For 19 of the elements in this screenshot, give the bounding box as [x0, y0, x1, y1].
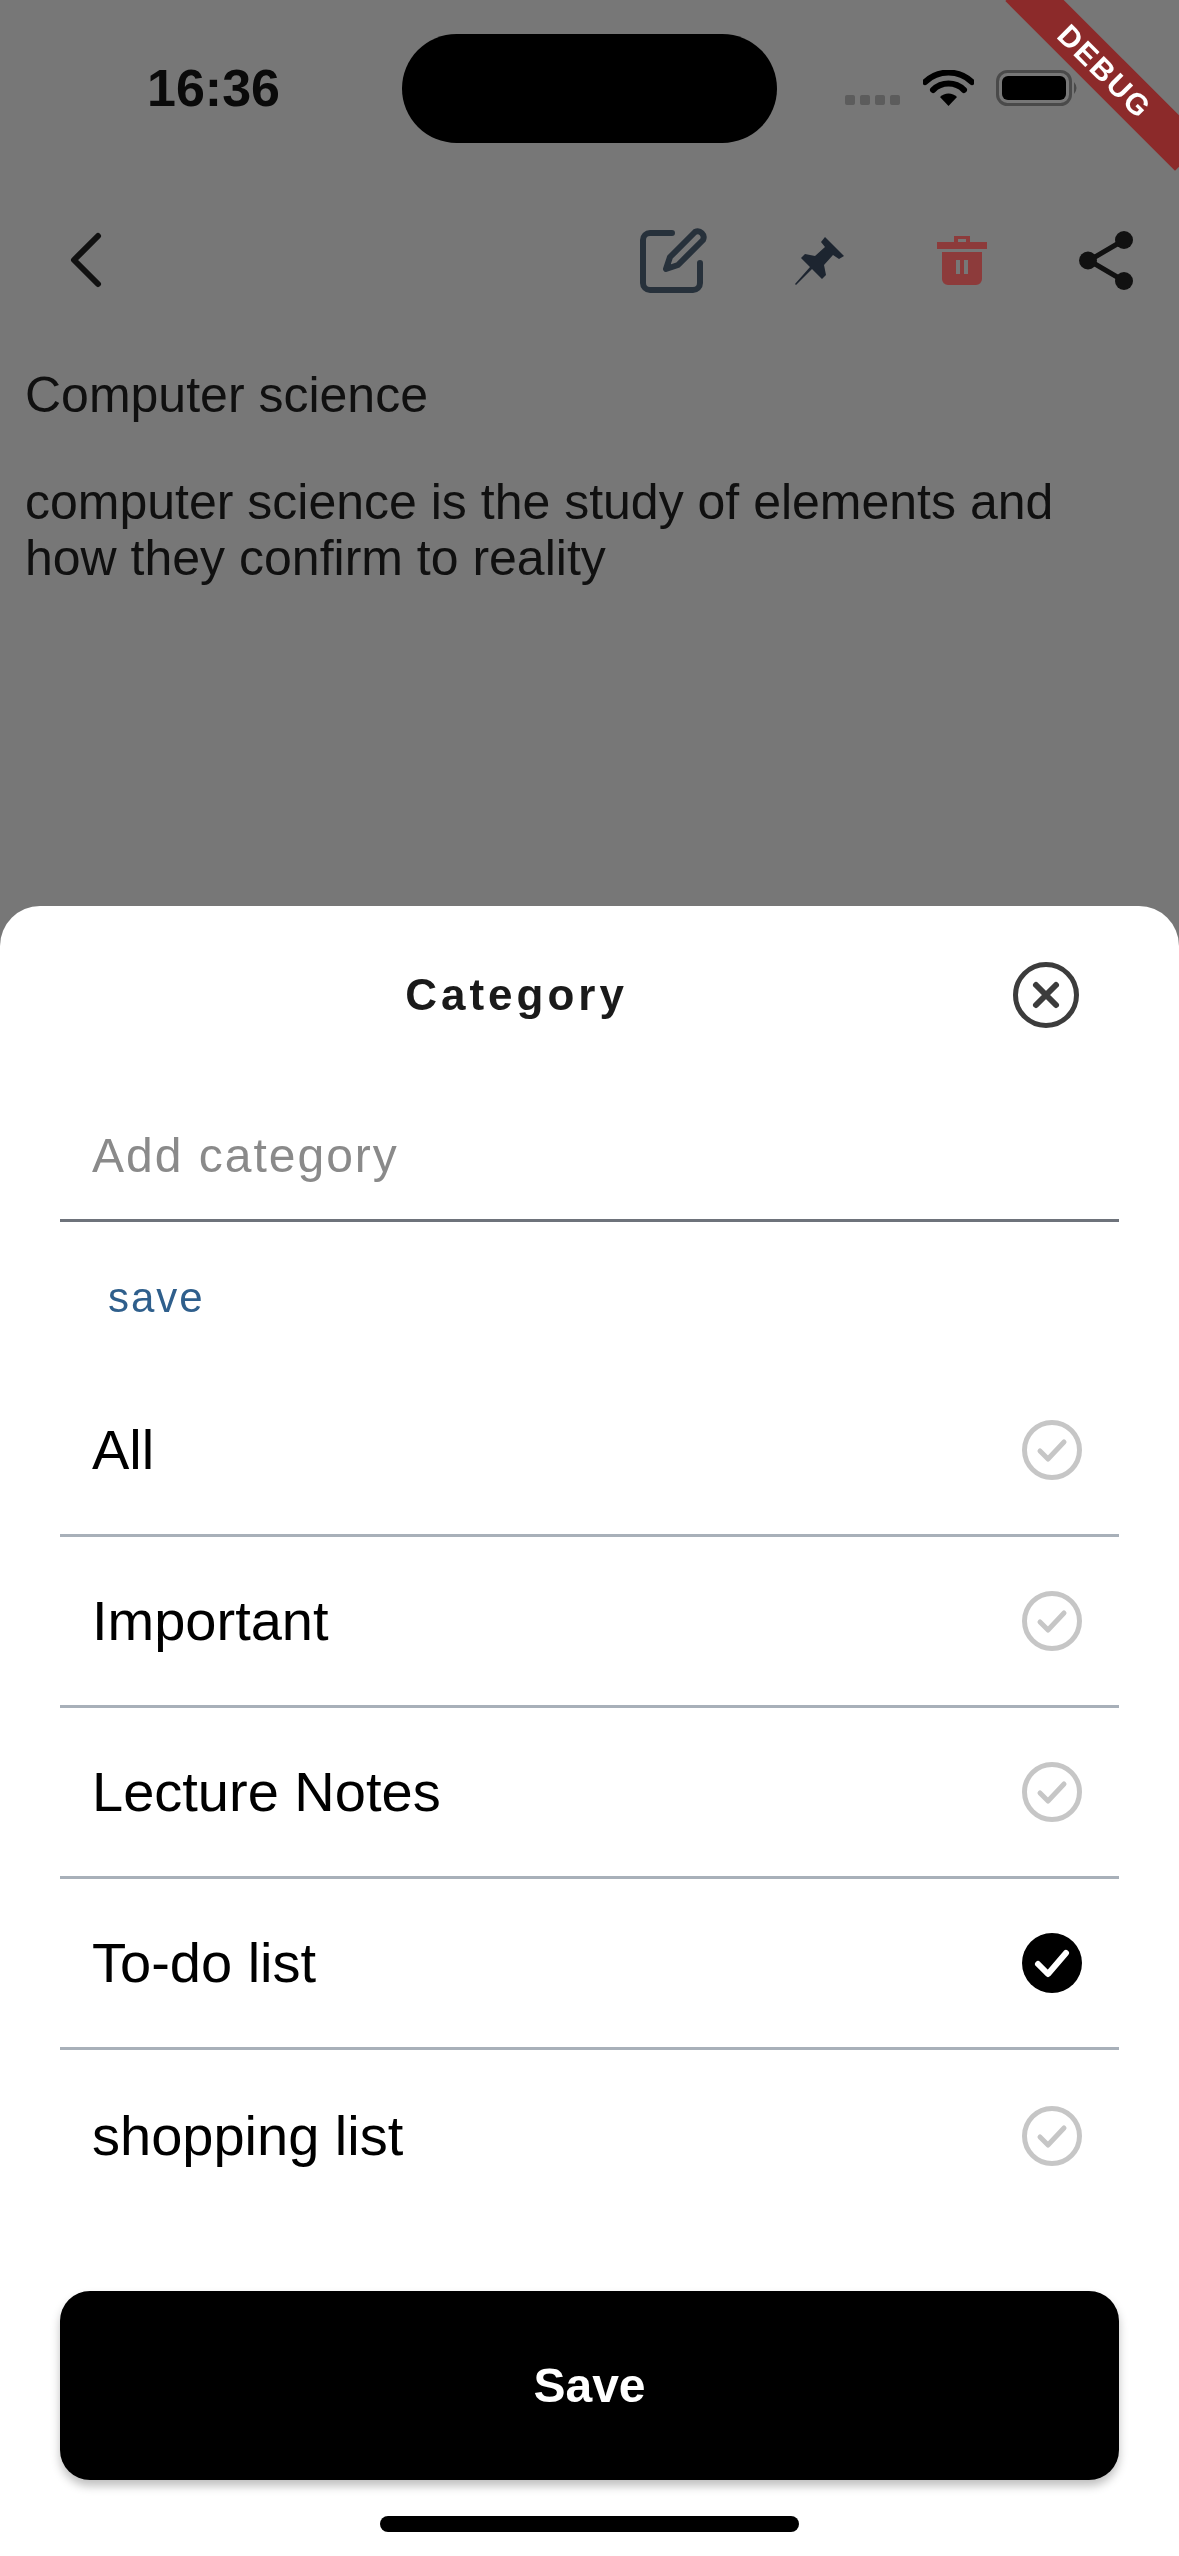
save-link[interactable]: save — [108, 1274, 205, 1322]
edit-icon[interactable] — [640, 227, 708, 293]
category-item[interactable]: Lecture Notes — [60, 1708, 1119, 1879]
status-time: 16:36 — [147, 62, 280, 114]
signal-icon — [845, 95, 901, 105]
category-item[interactable]: Important — [60, 1537, 1119, 1708]
sheet-title: Category — [405, 969, 628, 1021]
category-input[interactable]: Add category — [60, 1092, 1119, 1222]
category-item[interactable]: shopping list — [60, 2050, 1119, 2221]
close-icon[interactable] — [1013, 962, 1079, 1028]
note-body: computer science is the study of elements and how they confirm to reality — [25, 474, 1055, 586]
share-icon[interactable] — [1079, 230, 1133, 290]
wifi-icon — [923, 70, 974, 106]
note-title: Computer science — [25, 367, 428, 423]
pin-icon[interactable] — [793, 234, 846, 286]
category-item[interactable]: All — [60, 1366, 1119, 1537]
category-item[interactable]: To-do list — [60, 1879, 1119, 2050]
save-button[interactable]: Save — [60, 2291, 1119, 2480]
back-icon[interactable] — [68, 232, 102, 288]
